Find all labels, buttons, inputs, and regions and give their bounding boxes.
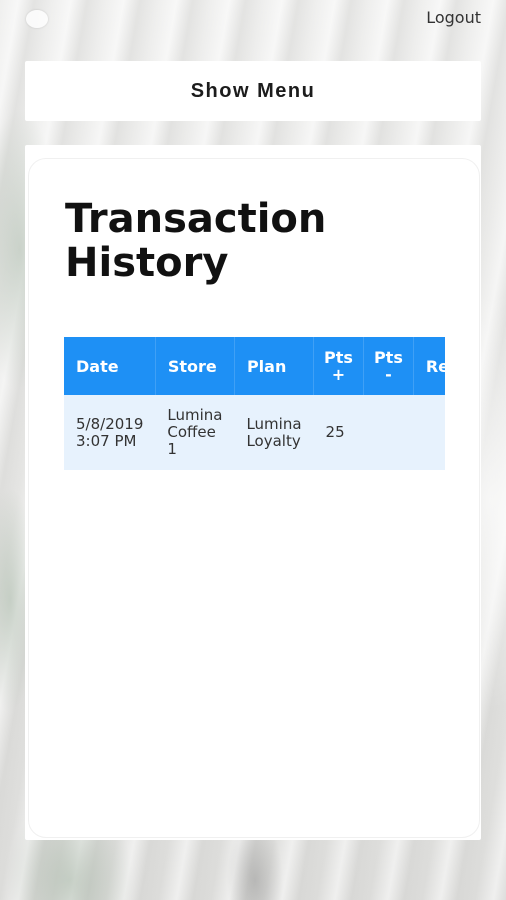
column-header-pts-plus-label: Pts + bbox=[324, 348, 353, 384]
column-header-re[interactable]: Re bbox=[413, 337, 445, 395]
column-header-plan[interactable]: Plan bbox=[234, 337, 315, 395]
table-row[interactable]: 5/8/2019 3:07 PM Lumina Coffee 1 Lumina … bbox=[64, 395, 445, 470]
column-header-pts-minus[interactable]: Pts - bbox=[363, 337, 414, 395]
column-header-pts-minus-label: Pts - bbox=[373, 348, 403, 384]
column-header-store[interactable]: Store bbox=[155, 337, 235, 395]
cell-plan-line1: Lumina bbox=[246, 414, 302, 433]
logo-icon bbox=[26, 10, 48, 28]
cell-date: 5/8/2019 3:07 PM bbox=[64, 395, 155, 470]
cell-store-line1: Lumina bbox=[167, 406, 223, 424]
cell-store-line3: 1 bbox=[167, 440, 177, 458]
transaction-table-scroll[interactable]: Date Store Plan Pts+ Pts- Re 5/8/2019 bbox=[64, 337, 445, 470]
cell-plan-line2: Loyalty bbox=[246, 431, 301, 450]
cell-re bbox=[413, 395, 445, 470]
cell-store-line2: Coffee bbox=[167, 423, 216, 441]
transaction-table: Date Store Plan Pts+ Pts- Re 5/8/2019 bbox=[64, 337, 445, 470]
show-menu-button[interactable]: Show Menu bbox=[25, 61, 481, 121]
page-title: Transaction History bbox=[65, 196, 327, 286]
cell-plan: Lumina Loyalty bbox=[234, 395, 313, 470]
column-header-date[interactable]: Date bbox=[64, 337, 156, 395]
column-header-pts-plus[interactable]: Pts + bbox=[313, 337, 364, 395]
cell-date-line1: 5/8/2019 bbox=[76, 414, 144, 433]
cell-date-line2: 3:07 PM bbox=[76, 431, 137, 450]
table-header-row: Date Store Plan Pts+ Pts- Re bbox=[64, 337, 445, 395]
cell-pts-minus bbox=[363, 395, 413, 470]
cell-pts-plus: 25 bbox=[325, 423, 345, 441]
logout-link[interactable]: Logout bbox=[426, 8, 481, 27]
cell-store: Lumina Coffee 1 bbox=[155, 395, 234, 470]
transaction-card: Transaction History Date Store Plan Pts +… bbox=[28, 158, 480, 838]
